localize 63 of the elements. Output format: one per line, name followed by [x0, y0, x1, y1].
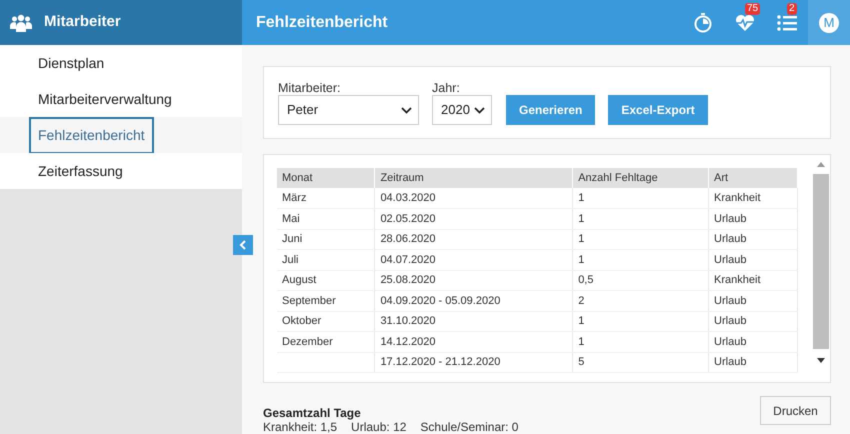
table-cell: Urlaub [714, 294, 746, 306]
notification-badge: 75 [745, 3, 760, 15]
list-icon [777, 14, 797, 30]
table-cell: Urlaub [714, 254, 746, 266]
user-avatar: M [819, 12, 839, 32]
table-cell: 25.08.2020 [380, 274, 436, 286]
heart-pulse-icon [735, 14, 755, 32]
chevron-left-icon [239, 240, 247, 250]
table-cell: 04.03.2020 [380, 192, 436, 204]
sidebar-title: Mitarbeiter [44, 12, 121, 32]
table-cell: Urlaub [714, 336, 746, 348]
table-cell: Juni [282, 233, 302, 245]
employee-select[interactable]: Peter [278, 95, 419, 125]
tasks-button[interactable]: 2 [766, 0, 808, 45]
employee-label: Mitarbeiter: [278, 81, 342, 95]
column-header: Art [708, 168, 798, 188]
table-cell: 1 [578, 336, 584, 348]
column-header: Zeitraum [374, 168, 573, 188]
summary-value: Urlaub: 12 [351, 420, 406, 434]
table-cell: Urlaub [714, 233, 746, 245]
table-cell: 1 [578, 192, 584, 204]
column-header: Monat [277, 168, 375, 188]
print-button[interactable]: Drucken [760, 396, 831, 425]
table-cell: Urlaub [714, 356, 746, 368]
table-cell: August [282, 274, 316, 286]
table-cell: 28.06.2020 [380, 233, 436, 245]
table-cell: 1 [578, 233, 584, 245]
table-cell: 1 [578, 254, 584, 266]
table-cell: Urlaub [714, 212, 746, 224]
table-cell: 17.12.2020 - 21.12.2020 [380, 356, 500, 368]
table-cell: 14.12.2020 [380, 336, 436, 348]
table-cell: 31.10.2020 [380, 315, 436, 327]
chevron-down-icon [401, 106, 412, 114]
chevron-down-icon [474, 106, 485, 114]
stopwatch-icon [694, 12, 712, 32]
table-cell: 1 [578, 315, 584, 327]
table-cell: Krankheit [714, 274, 761, 286]
table-cell: Mai [282, 212, 300, 224]
table-cell: 1 [578, 212, 584, 224]
people-icon [10, 14, 32, 32]
collapse-button[interactable] [233, 235, 253, 255]
table-cell: Urlaub [714, 315, 746, 327]
health-button[interactable]: 75 [724, 0, 766, 45]
column-header: Anzahl Fehltage [572, 168, 709, 188]
year-select[interactable]: 2020 [432, 95, 492, 125]
table-cell: Juli [282, 254, 299, 266]
table-cell: 02.05.2020 [380, 212, 436, 224]
summary-value: Schule/Seminar: 0 [420, 420, 518, 434]
page-title: Fehlzeitenbericht [255, 12, 389, 32]
table-cell: 04.07.2020 [380, 254, 436, 266]
table-cell: Oktober [282, 315, 322, 327]
table-cell: Krankheit [714, 192, 761, 204]
table-cell: 04.09.2020 - 05.09.2020 [380, 294, 500, 306]
table-cell: 0,5 [578, 274, 594, 286]
table-cell: Dezember [282, 336, 333, 348]
table-cell: 5 [578, 356, 584, 368]
summary-title: Gesamtzahl Tage [263, 407, 362, 420]
table-cell: März [282, 192, 306, 204]
table-cell: 2 [578, 294, 584, 306]
summary-value: Krankheit: 1,5 [263, 420, 338, 434]
table-cell: September [282, 294, 336, 306]
year-label: Jahr: [432, 81, 461, 95]
notification-badge: 2 [787, 3, 797, 15]
